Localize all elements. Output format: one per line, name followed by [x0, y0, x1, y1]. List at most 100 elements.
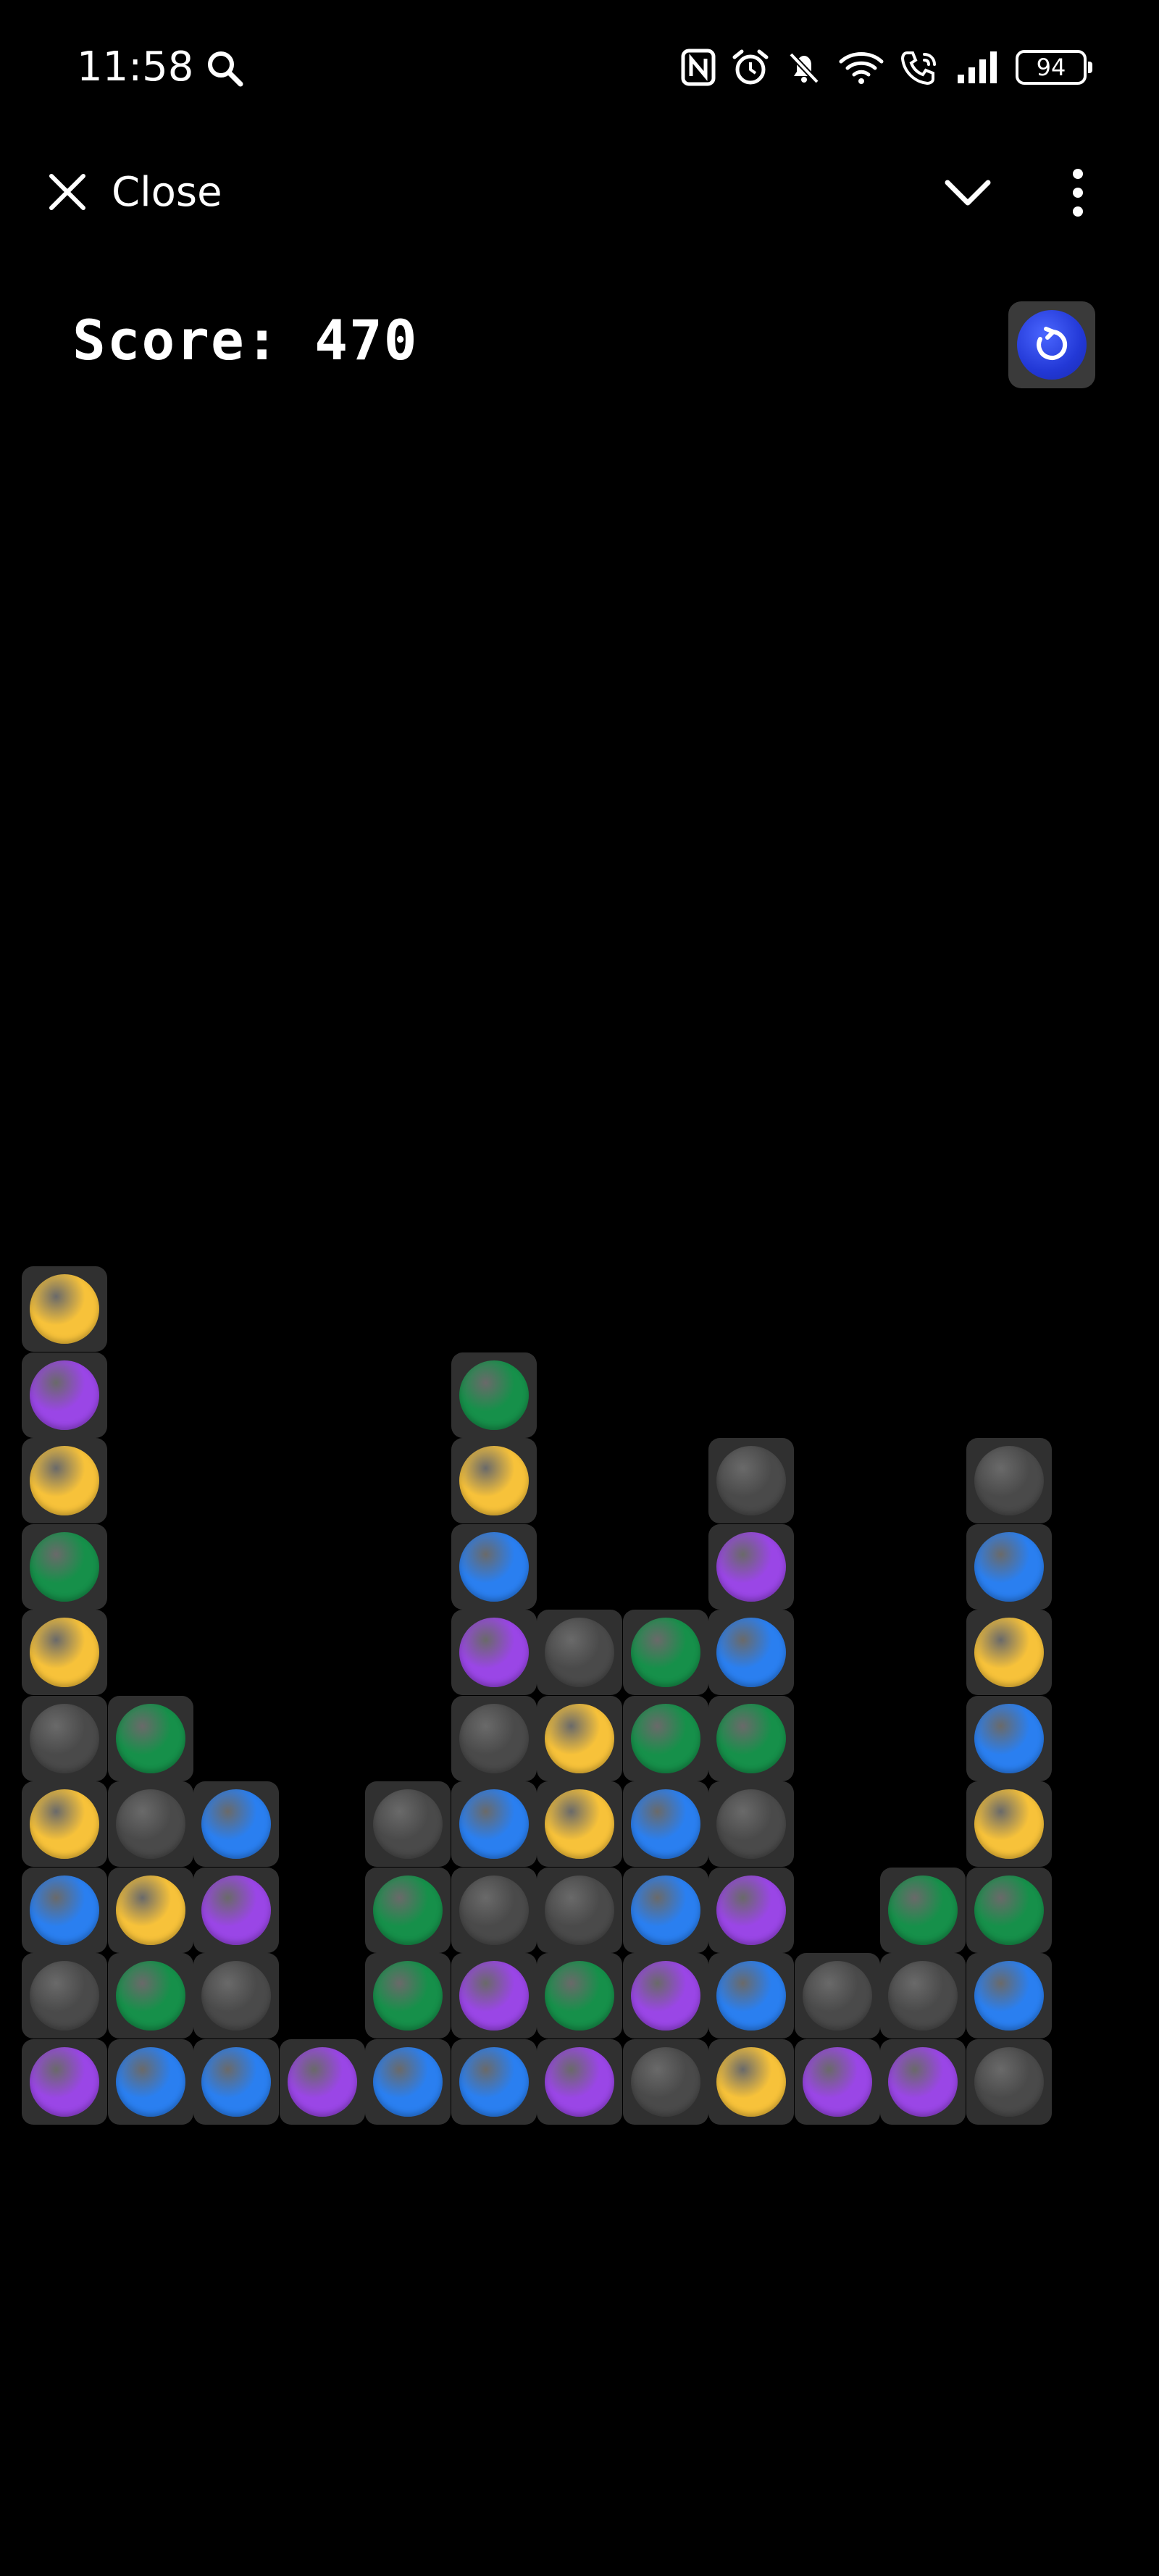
board-cell[interactable]	[537, 2038, 622, 2125]
ball	[459, 1360, 529, 1430]
ball	[888, 1961, 958, 2031]
board-cell[interactable]	[451, 2038, 537, 2125]
board-cell[interactable]	[22, 1867, 107, 1953]
ball	[974, 1961, 1044, 2031]
board-cell[interactable]	[708, 1438, 794, 1523]
board-cell[interactable]	[966, 1523, 1052, 1610]
board-cell[interactable]	[22, 1523, 107, 1610]
board-cell[interactable]	[22, 1266, 107, 1352]
close-button[interactable]: Close	[48, 165, 222, 219]
board-cell[interactable]	[365, 1781, 451, 1867]
board-cell[interactable]	[193, 1867, 279, 1953]
board-cell[interactable]	[107, 1953, 193, 2038]
board-cell[interactable]	[451, 1352, 537, 1438]
status-time: 11:58	[77, 43, 194, 91]
board-cell[interactable]	[537, 1610, 622, 1695]
board-cell[interactable]	[708, 1867, 794, 1953]
search-icon	[208, 51, 243, 87]
board-cell[interactable]	[22, 1953, 107, 2038]
board-cell[interactable]	[365, 1867, 451, 1953]
board-cell[interactable]	[107, 1867, 193, 1953]
restart-icon	[1037, 327, 1068, 360]
board-cell[interactable]	[451, 1953, 537, 2038]
board-cell[interactable]	[537, 1781, 622, 1867]
board-cell[interactable]	[708, 1781, 794, 1867]
ball	[459, 1703, 529, 1773]
board-cell[interactable]	[622, 1781, 708, 1867]
ball	[459, 1961, 529, 2031]
board-cell[interactable]	[22, 1352, 107, 1438]
ball	[716, 1961, 786, 2031]
board-cell[interactable]	[451, 1867, 537, 1953]
board-cell[interactable]	[107, 2038, 193, 2125]
board-cell[interactable]	[966, 1953, 1052, 2038]
ball	[459, 1531, 529, 1602]
board-cell[interactable]	[365, 2038, 451, 2125]
board-cell[interactable]	[279, 2038, 365, 2125]
ball	[373, 1961, 443, 2031]
board-cell[interactable]	[622, 1953, 708, 2038]
ball	[459, 1875, 529, 1945]
board-cell[interactable]	[708, 1695, 794, 1781]
board-cell[interactable]	[193, 1781, 279, 1867]
board-cell[interactable]	[966, 1438, 1052, 1523]
signal-icon	[958, 51, 997, 83]
board-cell[interactable]	[708, 1610, 794, 1695]
board-cell[interactable]	[622, 2038, 708, 2125]
board-cell[interactable]	[22, 1438, 107, 1523]
ball	[30, 1446, 99, 1515]
board-cell[interactable]	[966, 2038, 1052, 2125]
board-cell[interactable]	[22, 1781, 107, 1867]
board-cell[interactable]	[451, 1781, 537, 1867]
board-cell[interactable]	[193, 1953, 279, 2038]
board-cell[interactable]	[708, 1523, 794, 1610]
board-cell[interactable]	[966, 1695, 1052, 1781]
board-cell[interactable]	[537, 1867, 622, 1953]
board-cell[interactable]	[22, 1695, 107, 1781]
ball	[974, 1703, 1044, 1773]
board-cell[interactable]	[794, 1953, 880, 2038]
more-options-icon[interactable]	[1062, 167, 1094, 219]
chevron-down-icon[interactable]	[942, 171, 994, 214]
ball	[974, 1789, 1044, 1859]
board-cell[interactable]	[107, 1695, 193, 1781]
board-cell[interactable]	[622, 1695, 708, 1781]
board-cell[interactable]	[107, 1781, 193, 1867]
board-cell[interactable]	[966, 1781, 1052, 1867]
ball	[630, 1961, 700, 2031]
ball	[545, 1618, 614, 1687]
ball	[545, 2046, 614, 2117]
ball	[201, 1789, 271, 1859]
board-cell[interactable]	[880, 2038, 966, 2125]
board-cell[interactable]	[451, 1523, 537, 1610]
board-cell[interactable]	[22, 1610, 107, 1695]
ball	[802, 2046, 872, 2117]
board-cell[interactable]	[451, 1610, 537, 1695]
ball	[716, 1618, 786, 1687]
ball	[545, 1961, 614, 2031]
board-cell[interactable]	[708, 2038, 794, 2125]
board-cell[interactable]	[794, 2038, 880, 2125]
ball	[30, 1531, 99, 1602]
ball	[802, 1961, 872, 2031]
board-cell[interactable]	[966, 1867, 1052, 1953]
board-cell[interactable]	[880, 1867, 966, 1953]
board-cell[interactable]	[22, 2038, 107, 2125]
board-cell[interactable]	[708, 1953, 794, 2038]
board-cell[interactable]	[966, 1610, 1052, 1695]
board-cell[interactable]	[537, 1953, 622, 2038]
ball	[888, 2046, 958, 2117]
board-cell[interactable]	[451, 1695, 537, 1781]
board-cell[interactable]	[622, 1867, 708, 1953]
ball	[459, 1789, 529, 1859]
ball	[30, 1789, 99, 1859]
ball	[30, 1618, 99, 1687]
board-cell[interactable]	[880, 1953, 966, 2038]
board-cell[interactable]	[451, 1438, 537, 1523]
board-cell[interactable]	[537, 1695, 622, 1781]
board-cell[interactable]	[193, 2038, 279, 2125]
restart-button[interactable]	[1008, 301, 1095, 388]
ball	[373, 1875, 443, 1945]
board-cell[interactable]	[622, 1610, 708, 1695]
board-cell[interactable]	[365, 1953, 451, 2038]
